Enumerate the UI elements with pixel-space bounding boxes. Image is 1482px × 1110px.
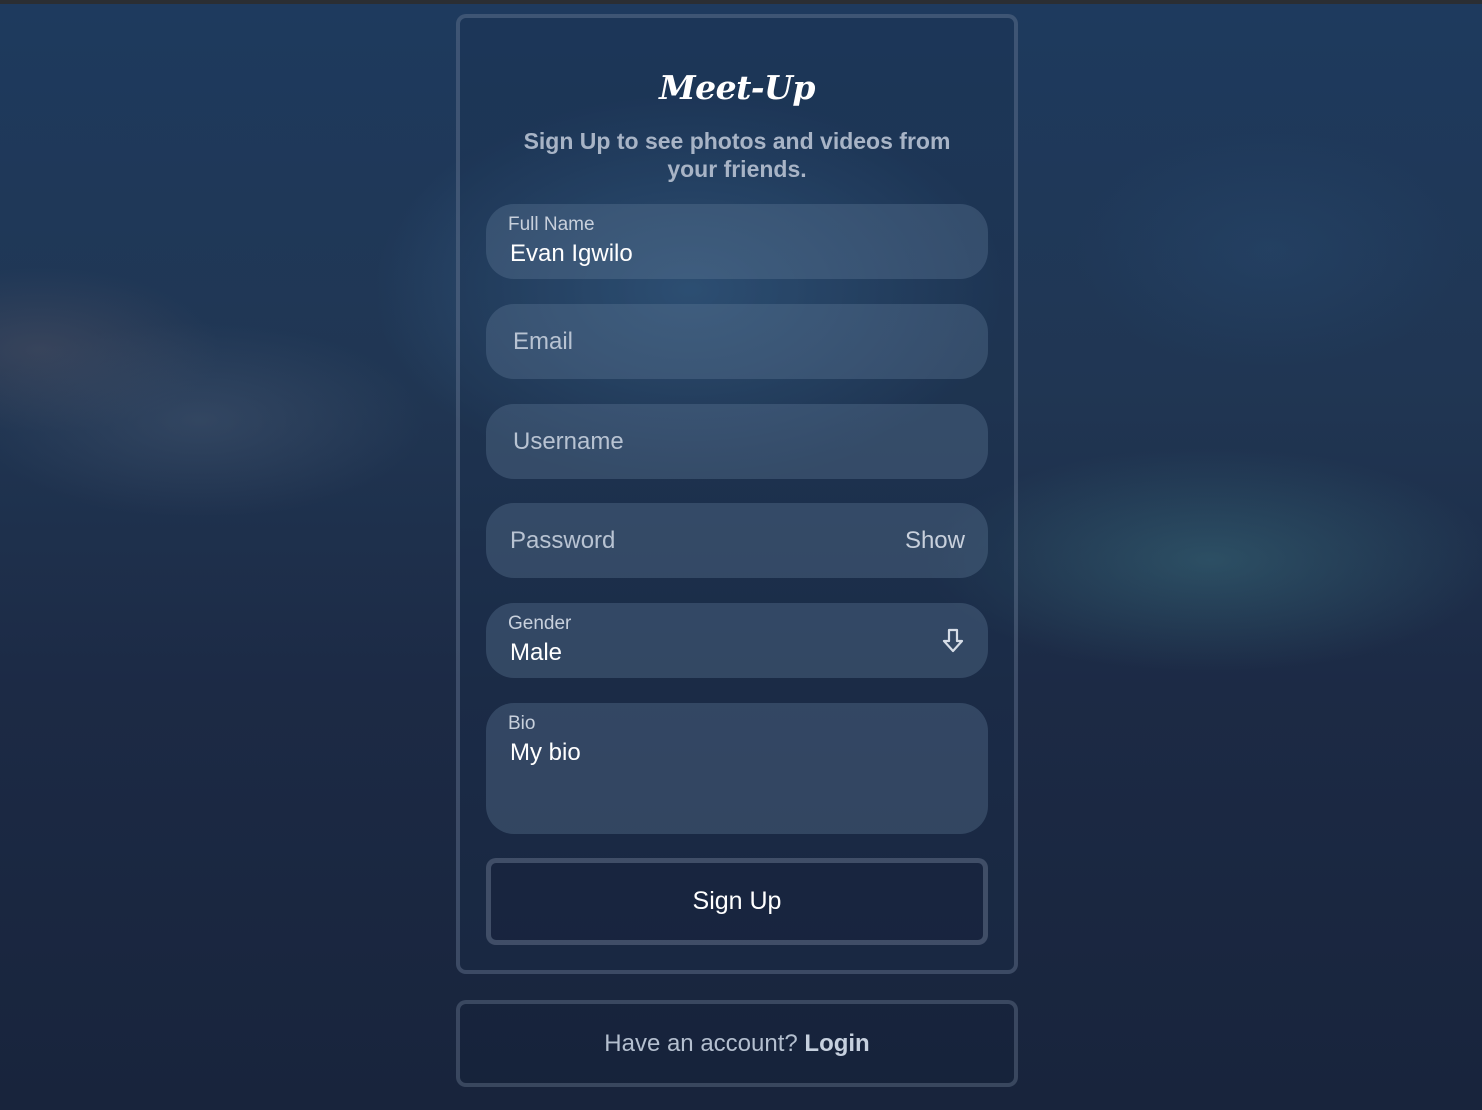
bio-textarea[interactable]: Bio My bio bbox=[486, 703, 988, 834]
login-prompt-text: Have an account? bbox=[604, 1030, 798, 1057]
email-placeholder: Email bbox=[513, 328, 574, 355]
full-name-value[interactable]: Evan Igwilo bbox=[510, 240, 633, 268]
login-prompt-card: Have an account? Login bbox=[456, 1000, 1018, 1087]
signup-card: Meet-Up Sign Up to see photos and videos… bbox=[456, 14, 1018, 974]
username-placeholder: Username bbox=[513, 428, 624, 455]
signup-tagline: Sign Up to see photos and videos from yo… bbox=[523, 128, 951, 182]
gender-select[interactable]: Gender Male bbox=[486, 603, 988, 678]
password-placeholder: Password bbox=[510, 527, 616, 554]
bio-label: Bio bbox=[508, 713, 536, 734]
bio-value[interactable]: My bio bbox=[510, 739, 581, 767]
full-name-field[interactable]: Full Name Evan Igwilo bbox=[486, 204, 988, 279]
arrow-down-icon[interactable] bbox=[940, 627, 966, 655]
gender-label: Gender bbox=[508, 613, 572, 634]
brand-logo: Meet-Up bbox=[659, 68, 815, 107]
login-link[interactable]: Login bbox=[804, 1030, 869, 1057]
signup-button[interactable]: Sign Up bbox=[486, 858, 988, 945]
username-field[interactable]: Username bbox=[486, 404, 988, 479]
gender-selected-value[interactable]: Male bbox=[510, 639, 562, 667]
show-password-button[interactable]: Show bbox=[905, 527, 965, 555]
full-name-label: Full Name bbox=[508, 214, 595, 235]
password-field[interactable]: Password Show bbox=[486, 503, 988, 578]
window-top-bar bbox=[0, 0, 1482, 4]
email-field[interactable]: Email bbox=[486, 304, 988, 379]
